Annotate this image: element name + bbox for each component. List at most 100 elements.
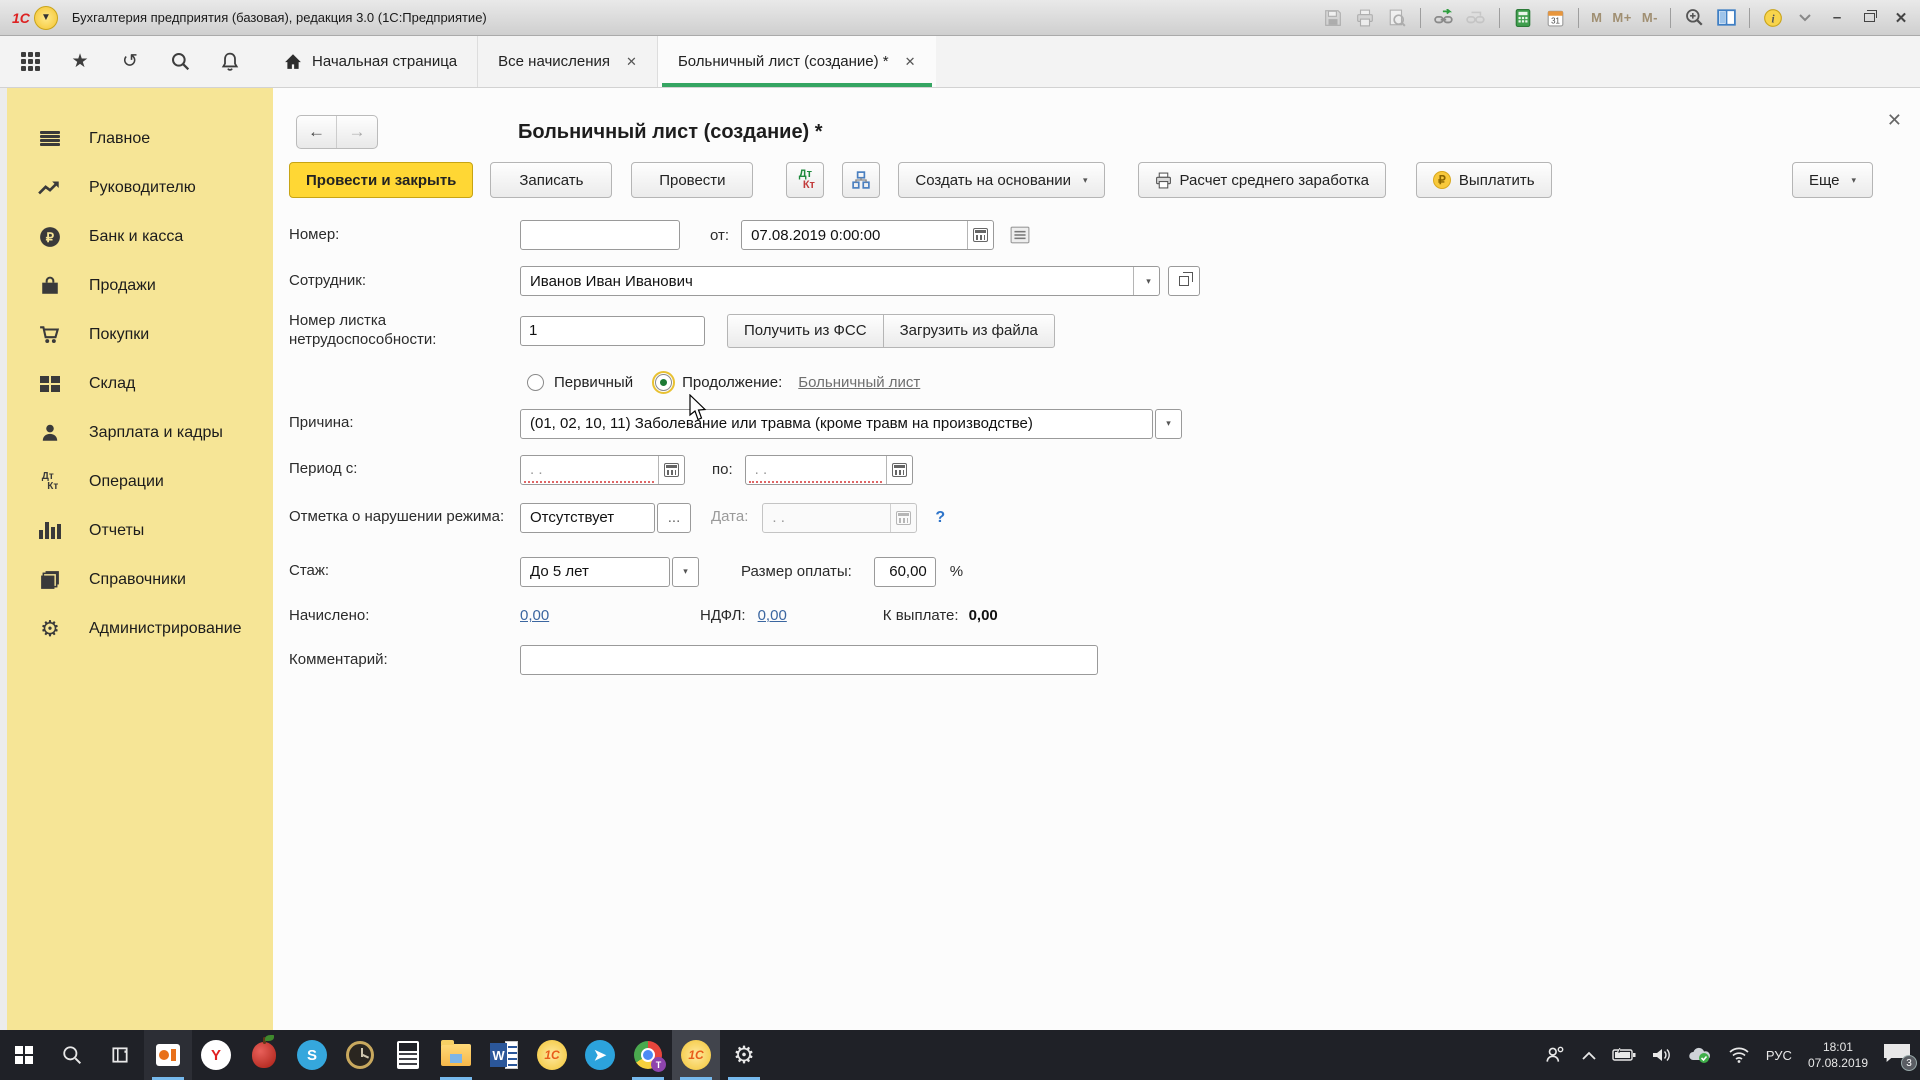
memory-m-minus-button[interactable]: M- bbox=[1642, 10, 1658, 25]
tray-clock[interactable]: 18:01 07.08.2019 bbox=[1808, 1039, 1868, 1071]
sick-number-input[interactable] bbox=[520, 316, 705, 346]
main-menu-dropdown-button[interactable]: ▼ bbox=[34, 6, 58, 30]
sidebar-item-salary[interactable]: Зарплата и кадры bbox=[7, 408, 273, 457]
calendar-picker-button[interactable] bbox=[967, 221, 993, 249]
calendar-picker-button[interactable] bbox=[886, 456, 912, 484]
experience-combo[interactable]: До 5 лет bbox=[520, 557, 670, 587]
pay-button[interactable]: ₽ Выплатить bbox=[1416, 162, 1552, 198]
calendar-picker-button[interactable] bbox=[658, 456, 684, 484]
average-earnings-button[interactable]: Расчет среднего заработка bbox=[1138, 162, 1386, 198]
sidebar-item-sales[interactable]: Продажи bbox=[7, 261, 273, 310]
violation-field[interactable]: Отсутствует bbox=[520, 503, 655, 533]
restore-button[interactable] bbox=[1858, 8, 1880, 28]
taskbar-app-1c-active[interactable]: 1С bbox=[672, 1030, 720, 1080]
sidebar-item-manager[interactable]: Руководителю bbox=[7, 163, 273, 212]
get-from-fss-button[interactable]: Получить из ФСС bbox=[727, 314, 883, 348]
taskbar-app-telegram[interactable]: ➤ bbox=[576, 1030, 624, 1080]
pay-rate-input[interactable] bbox=[874, 557, 936, 587]
taskbar-app-chrome[interactable]: T bbox=[624, 1030, 672, 1080]
nav-back-button[interactable]: ← bbox=[297, 116, 337, 148]
reason-combo[interactable]: (01, 02, 10, 11) Заболевание или травма … bbox=[520, 409, 1153, 439]
memory-m-plus-button[interactable]: M+ bbox=[1612, 10, 1631, 25]
notifications-bell-icon[interactable] bbox=[218, 50, 242, 74]
taskbar-app-word[interactable]: W bbox=[480, 1030, 528, 1080]
task-view-button[interactable] bbox=[96, 1030, 144, 1080]
document-list-button[interactable] bbox=[1009, 225, 1031, 245]
tab-close-icon[interactable]: ✕ bbox=[905, 54, 916, 70]
tab-close-icon[interactable]: ✕ bbox=[626, 54, 637, 70]
taskbar-search-button[interactable] bbox=[48, 1030, 96, 1080]
language-indicator[interactable]: РУС bbox=[1766, 1048, 1792, 1063]
taskbar-app-1c[interactable]: 1С bbox=[528, 1030, 576, 1080]
sidebar-item-operations[interactable]: Дт Кт Операции bbox=[7, 457, 273, 506]
close-button[interactable]: ✕ bbox=[1890, 9, 1912, 27]
sidebar-item-bank[interactable]: ₽ Банк и касса bbox=[7, 212, 273, 261]
info-icon[interactable]: i bbox=[1762, 8, 1784, 28]
volume-icon[interactable] bbox=[1652, 1047, 1672, 1063]
primary-radio[interactable] bbox=[527, 374, 544, 391]
print-preview-icon[interactable] bbox=[1386, 8, 1408, 28]
accrued-amount-link[interactable]: 0,00 bbox=[520, 607, 662, 624]
save-icon[interactable] bbox=[1322, 8, 1344, 28]
post-and-close-button[interactable]: Провести и закрыть bbox=[289, 162, 473, 198]
reason-dropdown-button[interactable]: ▾ bbox=[1155, 409, 1182, 439]
ndfl-amount-link[interactable]: 0,00 bbox=[758, 607, 787, 624]
period-to-field[interactable]: . . bbox=[745, 455, 913, 485]
taskbar-app-1c-reports[interactable] bbox=[144, 1030, 192, 1080]
favorites-icon[interactable]: ★ bbox=[68, 50, 92, 74]
save-button[interactable]: Записать bbox=[490, 162, 612, 198]
tray-expand-icon[interactable] bbox=[1582, 1051, 1596, 1060]
print-icon[interactable] bbox=[1354, 8, 1376, 28]
taskbar-app-clock[interactable] bbox=[336, 1030, 384, 1080]
load-from-file-button[interactable]: Загрузить из файла bbox=[883, 314, 1055, 348]
get-link-icon[interactable] bbox=[1465, 8, 1487, 28]
chevron-down-icon[interactable] bbox=[1794, 8, 1816, 28]
create-based-on-button[interactable]: Создать на основании▾ bbox=[898, 162, 1104, 198]
calendar-icon[interactable]: 31 bbox=[1544, 8, 1566, 28]
sections-menu-icon[interactable] bbox=[18, 50, 42, 74]
split-view-icon[interactable] bbox=[1715, 8, 1737, 28]
sidebar-item-directories[interactable]: Справочники bbox=[7, 555, 273, 604]
taskbar-app-settings[interactable]: ⚙ bbox=[720, 1030, 768, 1080]
experience-dropdown-button[interactable]: ▾ bbox=[672, 557, 699, 587]
start-button[interactable] bbox=[0, 1030, 48, 1080]
nav-forward-button[interactable]: → bbox=[337, 116, 377, 148]
employee-open-button[interactable] bbox=[1168, 266, 1200, 296]
continuation-radio[interactable] bbox=[655, 374, 672, 391]
zoom-icon[interactable] bbox=[1683, 8, 1705, 28]
sick-leave-link[interactable]: Больничный лист bbox=[798, 374, 920, 391]
sidebar-item-main[interactable]: Главное bbox=[7, 114, 273, 163]
tab-all-accruals[interactable]: Все начисления ✕ bbox=[477, 36, 657, 87]
onedrive-sync-icon[interactable] bbox=[1688, 1047, 1712, 1064]
sidebar-item-reports[interactable]: Отчеты bbox=[7, 506, 273, 555]
number-input[interactable] bbox=[520, 220, 680, 250]
sidebar-item-warehouse[interactable]: Склад bbox=[7, 359, 273, 408]
document-structure-button[interactable] bbox=[842, 162, 880, 198]
history-icon[interactable]: ↺ bbox=[118, 50, 142, 74]
battery-icon[interactable] bbox=[1612, 1048, 1636, 1062]
taskbar-app-skype[interactable]: S bbox=[288, 1030, 336, 1080]
search-icon[interactable] bbox=[168, 50, 192, 74]
taskbar-app-calculator[interactable] bbox=[384, 1030, 432, 1080]
employee-combo[interactable]: Иванов Иван Иванович ▾ bbox=[520, 266, 1160, 296]
comment-input[interactable] bbox=[520, 645, 1098, 675]
dtkt-postings-button[interactable]: ДтКт bbox=[786, 162, 824, 198]
taskbar-app-apple[interactable] bbox=[240, 1030, 288, 1080]
sidebar-item-administration[interactable]: ⚙ Администрирование bbox=[7, 604, 273, 653]
sidebar-item-purchases[interactable]: Покупки bbox=[7, 310, 273, 359]
employee-dropdown-button[interactable]: ▾ bbox=[1133, 267, 1159, 295]
people-tray-icon[interactable] bbox=[1544, 1045, 1566, 1065]
help-link[interactable]: ? bbox=[935, 509, 945, 527]
post-button[interactable]: Провести bbox=[631, 162, 753, 198]
period-from-field[interactable]: . . bbox=[520, 455, 685, 485]
memory-m-button[interactable]: M bbox=[1591, 10, 1602, 25]
go-to-link-icon[interactable] bbox=[1433, 8, 1455, 28]
minimize-button[interactable]: – bbox=[1826, 9, 1848, 26]
wifi-icon[interactable] bbox=[1728, 1047, 1750, 1063]
document-date-field[interactable]: 07.08.2019 0:00:00 bbox=[741, 220, 994, 250]
violation-choose-button[interactable]: ... bbox=[657, 503, 691, 533]
taskbar-app-yandex[interactable]: Y bbox=[192, 1030, 240, 1080]
tab-sick-leave[interactable]: Больничный лист (создание) * ✕ bbox=[657, 36, 936, 87]
action-center-button[interactable]: 3 bbox=[1884, 1044, 1910, 1066]
tab-home[interactable]: Начальная страница bbox=[264, 36, 477, 87]
